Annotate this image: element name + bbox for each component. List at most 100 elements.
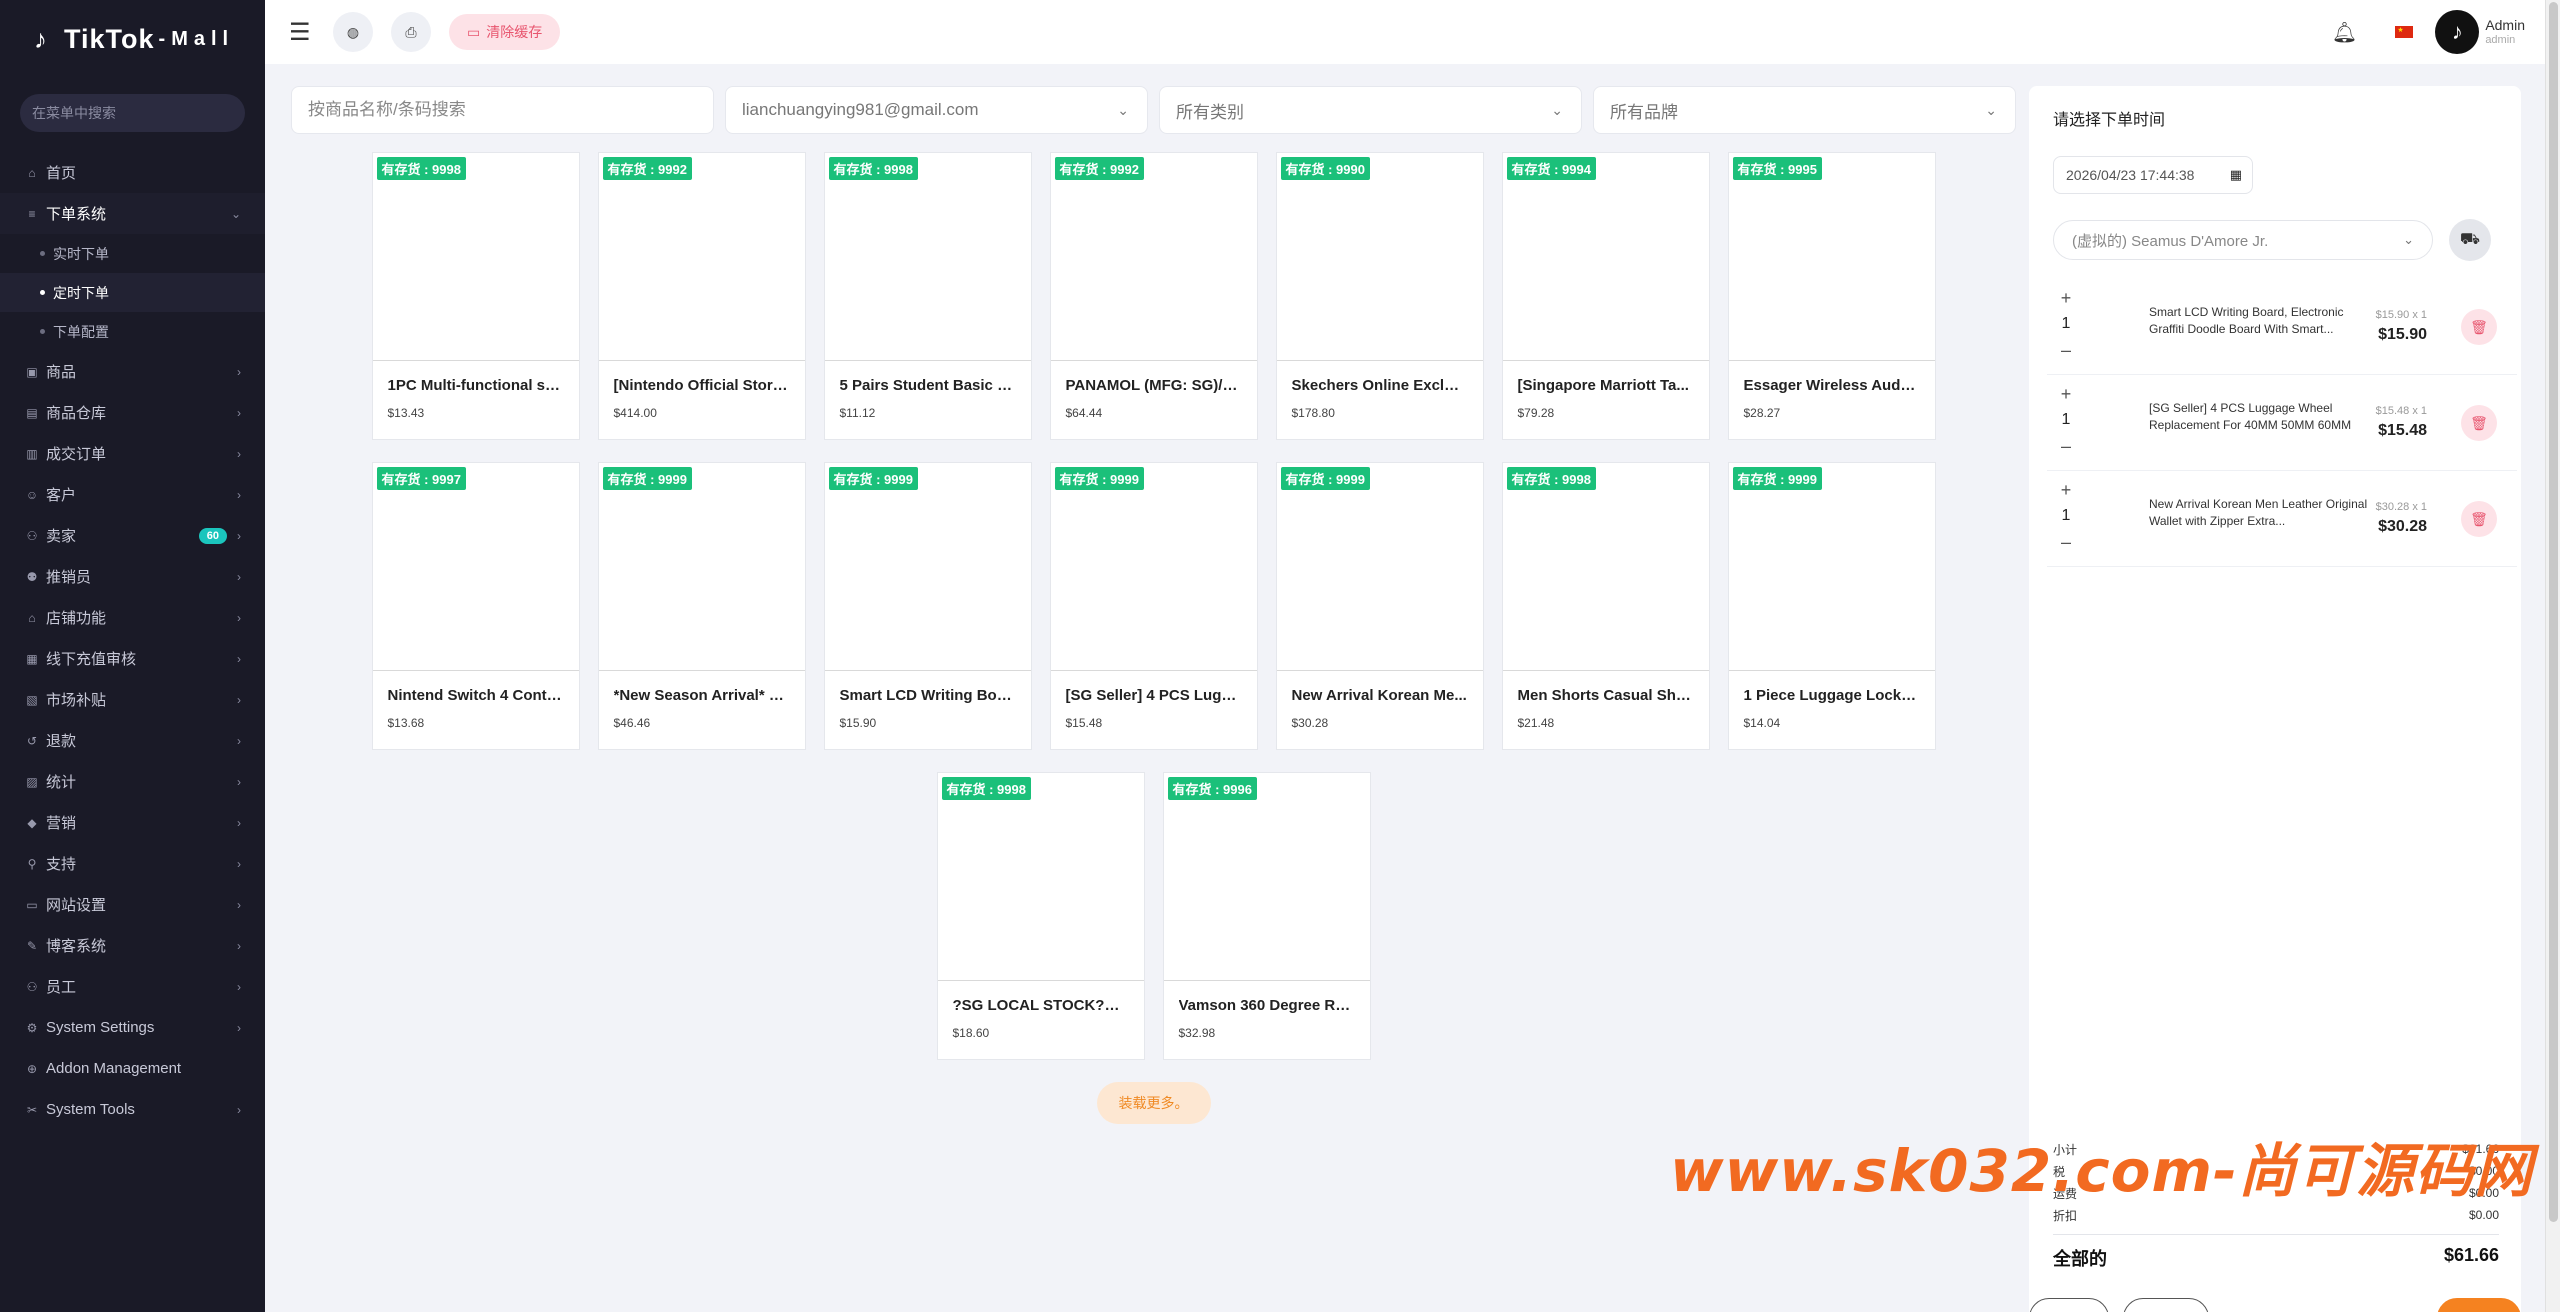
- sidebar-item-11[interactable]: ⌂ 店铺功能 ›: [0, 597, 265, 638]
- user-meta[interactable]: Admin admin: [2485, 17, 2525, 47]
- brand-select[interactable]: 所有品牌 ⌄: [1593, 86, 2016, 134]
- product-row: 有存货 : 9998 1PC Multi-functional su... $13.…: [371, 152, 1936, 440]
- sidebar-item-label: 网站设置: [46, 897, 107, 914]
- trash-icon: 🗑︎: [2470, 318, 2488, 335]
- delete-item-button[interactable]: 🗑︎: [2461, 501, 2497, 537]
- total-value: $61.66: [2443, 1245, 2499, 1265]
- cart-list: +1 – Smart LCD Writing Board, Electronic G…: [2047, 279, 2517, 567]
- sidebar-item-22[interactable]: ⊕ Addon Management: [0, 1048, 265, 1089]
- sidebar-item-23[interactable]: ✂ System Tools ›: [0, 1089, 265, 1130]
- sidebar-item-9[interactable]: ⚇ 卖家 60 ›: [0, 515, 265, 556]
- product-card[interactable]: 有存货 : 9994 [Singapore Marriott Ta... $79.2…: [1501, 152, 1710, 440]
- order-icon: ▥: [26, 446, 38, 461]
- bottom-action-button-1[interactable]: [2029, 1298, 2109, 1312]
- stock-badge: 有存货 : 9998: [828, 157, 918, 180]
- sidebar-item-17[interactable]: ⚲ 支持 ›: [0, 843, 265, 884]
- bell-icon[interactable]: 🔔︎: [2332, 20, 2357, 45]
- product-image: 有存货 : 9999: [1050, 463, 1257, 671]
- print-button[interactable]: ⎙: [391, 12, 431, 52]
- discount-value: $0.00: [2468, 1208, 2499, 1222]
- product-card[interactable]: 有存货 : 9995 Essager Wireless Audio... $28.2…: [1727, 152, 1936, 440]
- sidebar-item-19[interactable]: ✎ 博客系统 ›: [0, 925, 265, 966]
- bullet-dot-icon: [40, 290, 45, 295]
- sidebar-item-6[interactable]: ▤ 商品仓库 ›: [0, 392, 265, 433]
- stock-badge: 有存货 : 9999: [1054, 467, 1144, 490]
- customer-select[interactable]: (虚拟的) Seamus D'Amore Jr. ⌄: [2053, 220, 2433, 260]
- product-card[interactable]: 有存货 : 9998 1PC Multi-functional su... $13.…: [371, 152, 580, 440]
- product-card[interactable]: 有存货 : 9992 PANAMOL (MFG: SG)/ U... $64.44: [1049, 152, 1258, 440]
- product-card[interactable]: 有存货 : 9999 1 Piece Luggage Lock S... $14.0…: [1727, 462, 1936, 750]
- sidebar-item-12[interactable]: ▦ 线下充值审核 ›: [0, 638, 265, 679]
- menu-toggle-icon[interactable]: ☰: [289, 18, 315, 47]
- load-more-button[interactable]: 装载更多。: [1096, 1082, 1211, 1124]
- calendar-icon[interactable]: ▦: [2230, 167, 2242, 183]
- sidebar-item-3[interactable]: 定时下单: [0, 273, 265, 312]
- product-card[interactable]: 有存货 : 9990 Skechers Online Exclusi... $178…: [1275, 152, 1484, 440]
- menu-search-input[interactable]: [20, 94, 245, 132]
- topbar: ☰ ◍ ⎙ ▭ 清除缓存 🔔︎ ♪ Admin admin: [265, 0, 2545, 64]
- plus-icon[interactable]: +: [2055, 481, 2077, 499]
- product-image: 有存货 : 9992: [598, 153, 805, 361]
- sidebar-item-7[interactable]: ▥ 成交订单 ›: [0, 433, 265, 474]
- sidebar-item-label: 实时下单: [53, 245, 109, 262]
- cart-item-total: $15.90: [2378, 326, 2427, 343]
- count-badge: 60: [198, 527, 227, 544]
- product-card[interactable]: 有存货 : 9999 *New Season Arrival* H... $46.4…: [597, 462, 806, 750]
- sidebar-item-8[interactable]: ☺ 客户 ›: [0, 474, 265, 515]
- sidebar-item-15[interactable]: ▨ 统计 ›: [0, 761, 265, 802]
- product-price: $178.80: [1291, 406, 1335, 420]
- product-card[interactable]: 有存货 : 9997 Nintend Switch 4 Contr... $13.6…: [371, 462, 580, 750]
- product-row: 有存货 : 9997 Nintend Switch 4 Contr... $13.6…: [371, 462, 1936, 750]
- filter-bar: lianchuangying981@gmail.com ⌄ 所有类别 ⌄ 所有品…: [291, 86, 2016, 134]
- product-search-input[interactable]: [308, 100, 697, 120]
- delete-item-button[interactable]: 🗑︎: [2461, 405, 2497, 441]
- product-card[interactable]: 有存货 : 9998 Men Shorts Casual Sho... $21.48: [1501, 462, 1710, 750]
- place-order-button[interactable]: [2437, 1298, 2521, 1312]
- scrollbar-thumb[interactable]: [2549, 2, 2558, 1222]
- product-card[interactable]: 有存货 : 9996 Vamson 360 Degree Ro... $32.98: [1162, 772, 1371, 1060]
- total-label: 全部的: [2053, 1249, 2107, 1269]
- order-datetime-input[interactable]: 2026/04/23 17:44:38 ▦: [2053, 156, 2253, 194]
- delete-item-button[interactable]: 🗑︎: [2461, 309, 2497, 345]
- product-card[interactable]: 有存货 : 9992 [Nintendo Official Store... $41…: [597, 152, 806, 440]
- product-card[interactable]: 有存货 : 9998 ?SG LOCAL STOCK?Pet ... $18.60: [936, 772, 1145, 1060]
- flag-cn-icon[interactable]: [2395, 26, 2414, 38]
- sidebar-item-16[interactable]: ◆ 营销 ›: [0, 802, 265, 843]
- sidebar-item-4[interactable]: 下单配置: [0, 312, 265, 351]
- sidebar-item-2[interactable]: 实时下单: [0, 234, 265, 273]
- sidebar-item-20[interactable]: ⚇ 员工 ›: [0, 966, 265, 1007]
- product-card[interactable]: 有存货 : 9999 [SG Seller] 4 PCS Lugg... $15.4…: [1049, 462, 1258, 750]
- sidebar-item-13[interactable]: ▧ 市场补贴 ›: [0, 679, 265, 720]
- clear-cache-button[interactable]: ▭ 清除缓存: [449, 14, 561, 50]
- cart-item: +1 – [SG Seller] 4 PCS Luggage Wheel Repla…: [2047, 375, 2517, 471]
- sidebar-item-5[interactable]: ▣ 商品 ›: [0, 351, 265, 392]
- plus-icon[interactable]: +: [2055, 289, 2077, 307]
- app-logo[interactable]: ♪ TikTok -Mall: [0, 0, 265, 78]
- cart-item-total: $15.48: [2378, 422, 2427, 439]
- avatar[interactable]: ♪: [2435, 10, 2480, 54]
- product-card[interactable]: 有存货 : 9999 Smart LCD Writing Boar... $15.9…: [823, 462, 1032, 750]
- sidebar-item-21[interactable]: ⚙ System Settings ›: [0, 1007, 265, 1048]
- page-scrollbar[interactable]: [2545, 0, 2560, 1312]
- sidebar-item-10[interactable]: ⚉ 推销员 ›: [0, 556, 265, 597]
- chevron-right-icon: ›: [237, 446, 241, 461]
- minus-icon[interactable]: –: [2055, 437, 2077, 455]
- sidebar-item-14[interactable]: ↺ 退款 ›: [0, 720, 265, 761]
- sidebar-item-1[interactable]: ≡ 下单系统 ⌄: [0, 193, 265, 234]
- product-card[interactable]: 有存货 : 9998 5 Pairs Student Basic S... $11.…: [823, 152, 1032, 440]
- sidebar-item-18[interactable]: ▭ 网站设置 ›: [0, 884, 265, 925]
- minus-icon[interactable]: –: [2055, 533, 2077, 551]
- watermark: www.sk032.com-尚可源码网: [1670, 1137, 2534, 1205]
- product-card[interactable]: 有存货 : 9999 New Arrival Korean Me... $30.28: [1275, 462, 1484, 750]
- seller-select[interactable]: lianchuangying981@gmail.com ⌄: [725, 86, 1148, 134]
- sidebar: ♪ TikTok -Mall ⌂ 首页 ≡ 下单系统 ⌄ 实时下单定时下单下单配置 ▣ 商品 ›…: [0, 0, 265, 1312]
- bottom-action-button-2[interactable]: [2123, 1298, 2209, 1312]
- category-select[interactable]: 所有类别 ⌄: [1159, 86, 1582, 134]
- sidebar-item-0[interactable]: ⌂ 首页: [0, 152, 265, 193]
- plus-icon[interactable]: +: [2055, 385, 2077, 403]
- globe-button[interactable]: ◍: [333, 12, 373, 52]
- shipping-button[interactable]: ⛟: [2449, 219, 2491, 261]
- minus-icon[interactable]: –: [2055, 341, 2077, 359]
- recharge-icon: ▦: [26, 651, 38, 666]
- chevron-right-icon: ›: [237, 938, 241, 953]
